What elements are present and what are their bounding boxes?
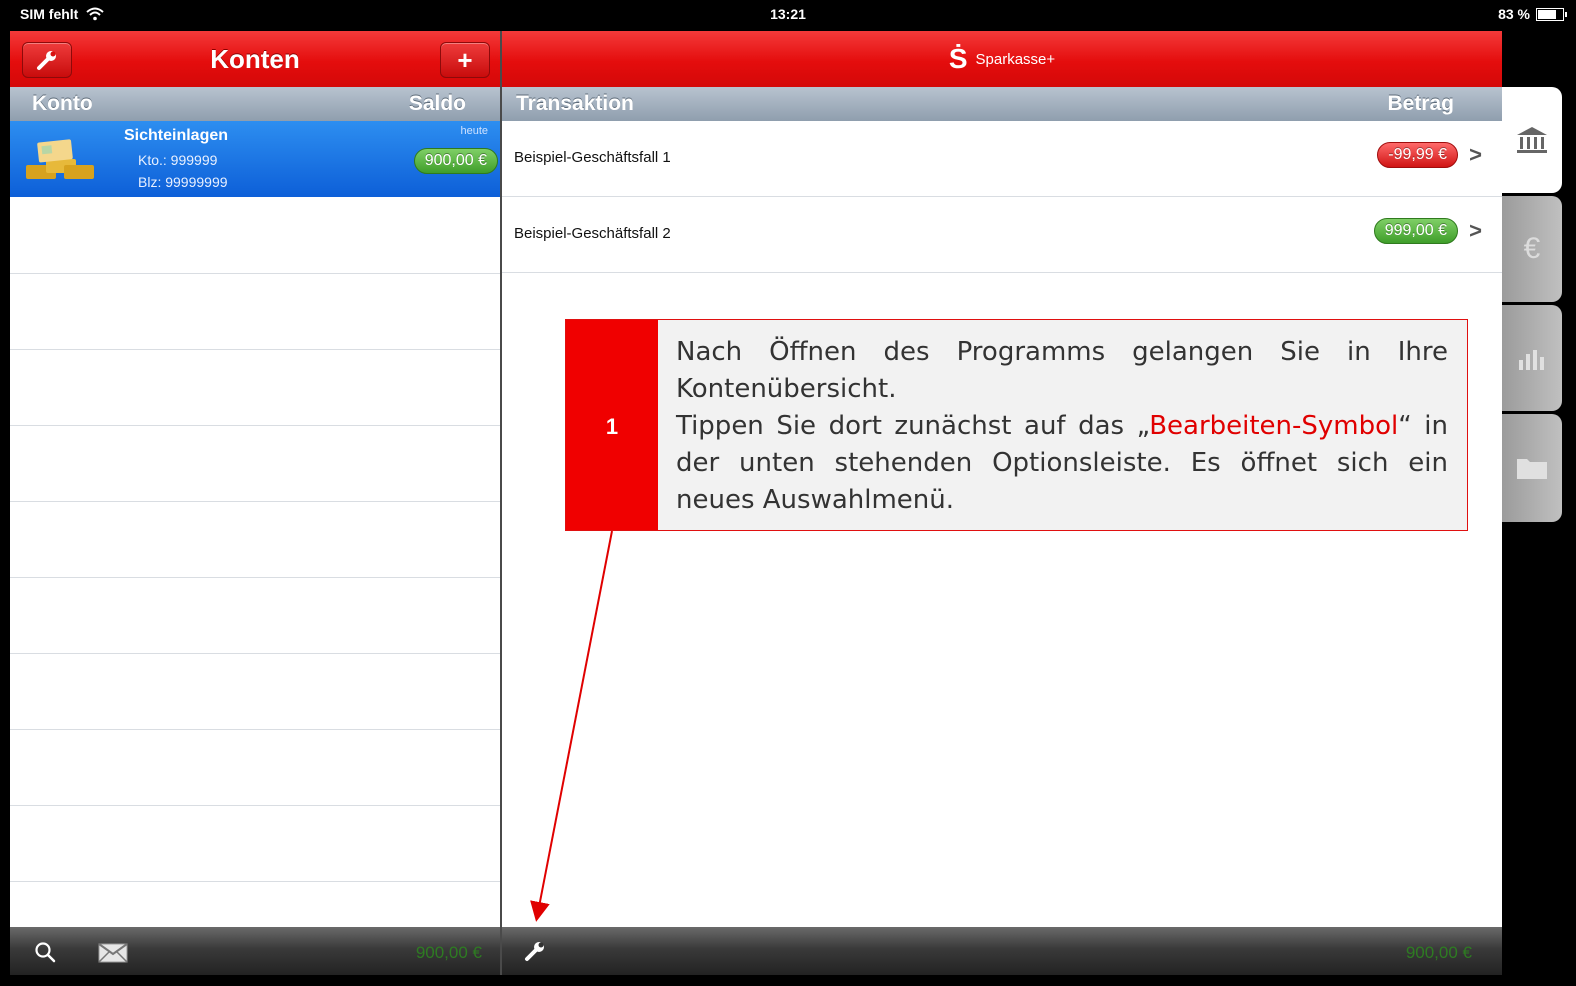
instruction-line-1: Nach Öffnen des Programms gelangen Sie i… bbox=[676, 337, 1448, 404]
step-number: 1 bbox=[605, 414, 619, 439]
instruction-text: Nach Öffnen des Programms gelangen Sie i… bbox=[676, 334, 1448, 519]
instruction-callout: 1 Nach Öffnen des Programms gelangen Sie… bbox=[565, 319, 1468, 531]
instruction-line-2a: Tippen Sie dort zunächst auf das „ bbox=[676, 411, 1150, 441]
instruction-highlight: Bearbeiten-Symbol bbox=[1149, 411, 1399, 441]
